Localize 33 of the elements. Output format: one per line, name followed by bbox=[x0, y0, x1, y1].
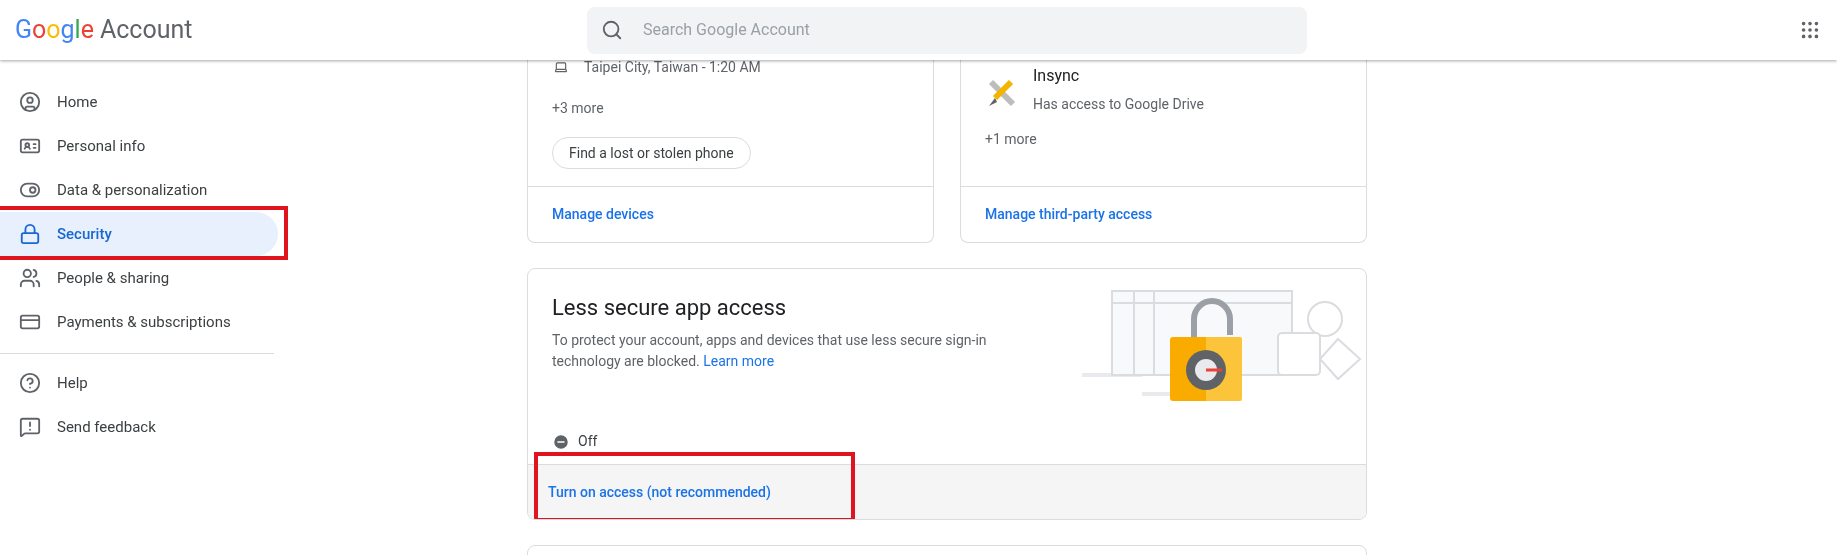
logo-wordmark: Google bbox=[15, 14, 94, 47]
device-location: Taipei City, Taiwan - 1:20 AM bbox=[584, 57, 761, 77]
more-count: +3 more bbox=[552, 99, 605, 118]
turn-on-access-link[interactable]: Turn on access (not recommended) bbox=[548, 484, 771, 500]
lock-icon bbox=[19, 223, 41, 245]
product-name: Account bbox=[99, 14, 193, 47]
search-icon bbox=[601, 19, 623, 41]
sidebar-item[interactable]: Help bbox=[0, 361, 278, 405]
help-icon bbox=[19, 372, 41, 394]
card-link[interactable]: Manage third-party access bbox=[985, 204, 1153, 225]
status-label: Off bbox=[578, 432, 598, 451]
search-bar[interactable]: Search Google Account bbox=[587, 6, 1307, 54]
card-description: To protect your account, apps and devices that use less secure sign-in technology are blocked. Learn more bbox=[552, 331, 988, 371]
laptop-icon bbox=[554, 60, 568, 74]
more-count: +1 more bbox=[985, 130, 1038, 149]
search-field[interactable]: Search Google Account bbox=[643, 18, 1293, 42]
card-title: Less secure app access bbox=[552, 294, 788, 322]
sidebar-item[interactable]: Send feedback bbox=[0, 405, 278, 449]
apps-grid-icon bbox=[1799, 19, 1821, 41]
sidebar-item[interactable]: Home bbox=[0, 80, 278, 124]
sidebar-item[interactable]: Payments & subscriptions bbox=[0, 300, 278, 344]
logo[interactable]: Google Account bbox=[15, 11, 587, 49]
card-link[interactable]: Manage devices bbox=[552, 204, 654, 225]
sidebar-item[interactable]: People & sharing bbox=[0, 256, 278, 300]
learn-more-link[interactable]: Learn more bbox=[703, 353, 775, 369]
people-icon bbox=[19, 267, 41, 289]
sidebar-item[interactable]: Personal info bbox=[0, 124, 278, 168]
sidebar-item[interactable]: Data & personalization bbox=[0, 168, 278, 212]
app-name: Insync bbox=[1033, 65, 1081, 87]
sidebar-item[interactable]: Security bbox=[0, 212, 278, 256]
account-circle-icon bbox=[19, 91, 41, 113]
app-detail: Has access to Google Drive bbox=[1033, 95, 1204, 114]
feedback-icon bbox=[19, 416, 41, 438]
